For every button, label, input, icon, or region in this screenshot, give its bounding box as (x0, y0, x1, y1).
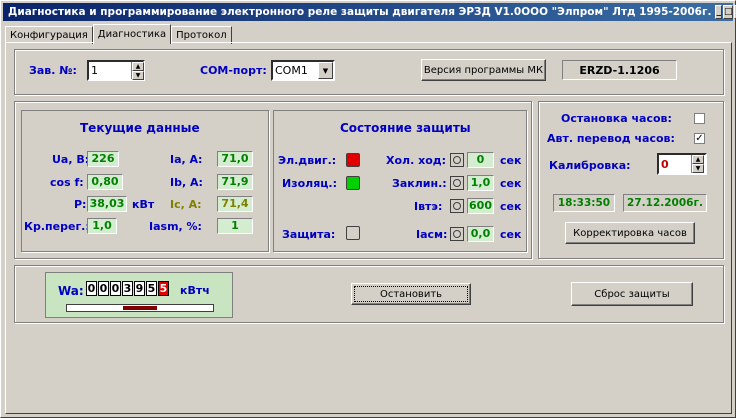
rotor-indicator (66, 304, 214, 312)
version-value: ERZD-1.1206 (562, 60, 677, 80)
p-unit: кВт (132, 198, 155, 211)
protection-panel: Состояние защиты Эл.двиг.: Изоляц.: Защи… (273, 110, 527, 252)
tab-diagnostics[interactable]: Диагностика (92, 24, 172, 44)
wa-unit: кВтч (180, 284, 210, 297)
wa-digit: 0 (110, 281, 121, 296)
energy-group: Wa: 0003955 кВтч Остановить Сброс защиты (14, 265, 724, 323)
idle-label: Хол. ход: (386, 154, 447, 167)
protection-label: Защита: (282, 228, 336, 241)
company-label: ООО "Элпром" Лтд 1995-2006г. (521, 6, 712, 18)
auto-dst-checkbox[interactable]: ✓ (694, 133, 705, 144)
iasm-indicator-icon (450, 227, 464, 241)
wa-label: Wa: (58, 284, 84, 298)
insulation-status-indicator (346, 176, 360, 190)
stop-clock-label: Остановка часов: (561, 112, 672, 125)
clock-group: Остановка часов: Авт. перевод часов: ✓ К… (538, 101, 724, 259)
wa-digit: 0 (98, 281, 109, 296)
ic-label: Ic, А: (170, 198, 202, 211)
minimize-button[interactable]: _ (715, 5, 722, 19)
reset-protection-button[interactable]: Сброс защиты (571, 282, 693, 306)
diagnostics-panel: Зав. №: 1 ▲ ▼ COM-порт: COM1 ▼ Версия пр… (5, 42, 732, 414)
serial-value: 1 (91, 64, 98, 77)
ic-value: 71,4 (217, 196, 253, 212)
wa-digit: 9 (134, 281, 145, 296)
current-data-title: Текущие данные (80, 121, 200, 135)
jam-value: 1,0 (467, 175, 494, 191)
title-bar: Диагностика и программирование электронн… (3, 3, 736, 21)
clock-time: 18:33:50 (553, 194, 615, 212)
protection-title: Состояние защиты (340, 121, 471, 135)
wa-digit: 3 (122, 281, 133, 296)
energy-meter: Wa: 0003955 кВтч (45, 272, 233, 318)
stop-button[interactable]: Остановить (351, 283, 471, 305)
wa-digit-fraction: 5 (158, 281, 169, 296)
clock-date: 27.12.2006г. (623, 194, 707, 212)
ia-label: Ia, А: (170, 153, 203, 166)
rotor-mark (123, 306, 157, 310)
main-window: Диагностика и программирование электронн… (0, 0, 736, 418)
spin-up-icon[interactable]: ▲ (132, 62, 144, 71)
com-value: COM1 (275, 64, 308, 77)
spin-down-icon[interactable]: ▼ (692, 164, 704, 173)
chevron-down-icon[interactable]: ▼ (318, 62, 333, 79)
calibration-label: Калибровка: (549, 159, 631, 172)
calibration-spinner[interactable]: ▲ ▼ (691, 155, 704, 173)
window-title: Диагностика и программирование электронн… (8, 6, 522, 18)
com-label: COM-порт: (200, 64, 267, 77)
iasm-protection-label: Iасм: (416, 228, 448, 241)
kr-label: Кр.перег.: (24, 220, 90, 233)
current-data-panel: Текущие данные Ua, В: 226 Ia, А: 71,0 co… (21, 110, 269, 252)
serial-label: Зав. №: (29, 64, 77, 77)
ite-unit: сек (500, 200, 522, 213)
serial-spinner[interactable]: ▲ ▼ (131, 62, 144, 80)
p-value: 38,03 (87, 196, 127, 212)
spin-down-icon[interactable]: ▼ (132, 71, 144, 80)
adjust-clock-button[interactable]: Корректировка часов (565, 222, 695, 244)
motor-status-indicator (346, 153, 360, 167)
data-group: Текущие данные Ua, В: 226 Ia, А: 71,0 co… (14, 101, 532, 259)
ite-indicator-icon (450, 199, 464, 213)
wa-digit: 5 (146, 281, 157, 296)
idle-value: 0 (467, 152, 494, 168)
wa-counter: 0003955 (86, 281, 170, 296)
ua-label: Ua, В: (52, 153, 90, 166)
ia-value: 71,0 (217, 151, 253, 167)
ua-value: 226 (87, 151, 119, 167)
cos-value: 0,80 (87, 174, 123, 190)
jam-indicator-icon (450, 176, 464, 190)
idle-unit: сек (500, 154, 522, 167)
wa-digit: 0 (86, 281, 97, 296)
connection-group: Зав. №: 1 ▲ ▼ COM-порт: COM1 ▼ Версия пр… (14, 49, 724, 95)
insulation-label: Изоляц.: (282, 177, 338, 190)
jam-unit: сек (500, 177, 522, 190)
version-button[interactable]: Версия программы МК (421, 59, 546, 81)
iasm-label: Iasm, %: (149, 220, 202, 233)
stop-clock-checkbox[interactable] (694, 113, 705, 124)
idle-indicator-icon (450, 153, 464, 167)
ib-value: 71,9 (217, 174, 253, 190)
tab-strip: Конфигурация Диагностика Протокол (5, 24, 232, 44)
kr-value: 1,0 (87, 218, 117, 234)
jam-label: Заклин.: (392, 177, 447, 190)
protection-status-indicator (346, 226, 360, 240)
p-label: P: (74, 198, 87, 211)
cos-label: cos f: (50, 176, 84, 189)
calibration-value: 0 (661, 157, 669, 171)
ite-value: 600 (467, 198, 494, 214)
iasm-protection-unit: сек (500, 228, 522, 241)
ite-label: Iвтэ: (414, 200, 443, 213)
maximize-button[interactable]: □ (722, 5, 734, 19)
auto-dst-label: Авт. перевод часов: (547, 132, 675, 145)
iasm-protection-value: 0,0 (467, 226, 494, 242)
ib-label: Ib, А: (170, 176, 203, 189)
spin-up-icon[interactable]: ▲ (692, 155, 704, 164)
iasm-value: 1 (217, 218, 253, 234)
motor-label: Эл.двиг.: (278, 154, 337, 167)
